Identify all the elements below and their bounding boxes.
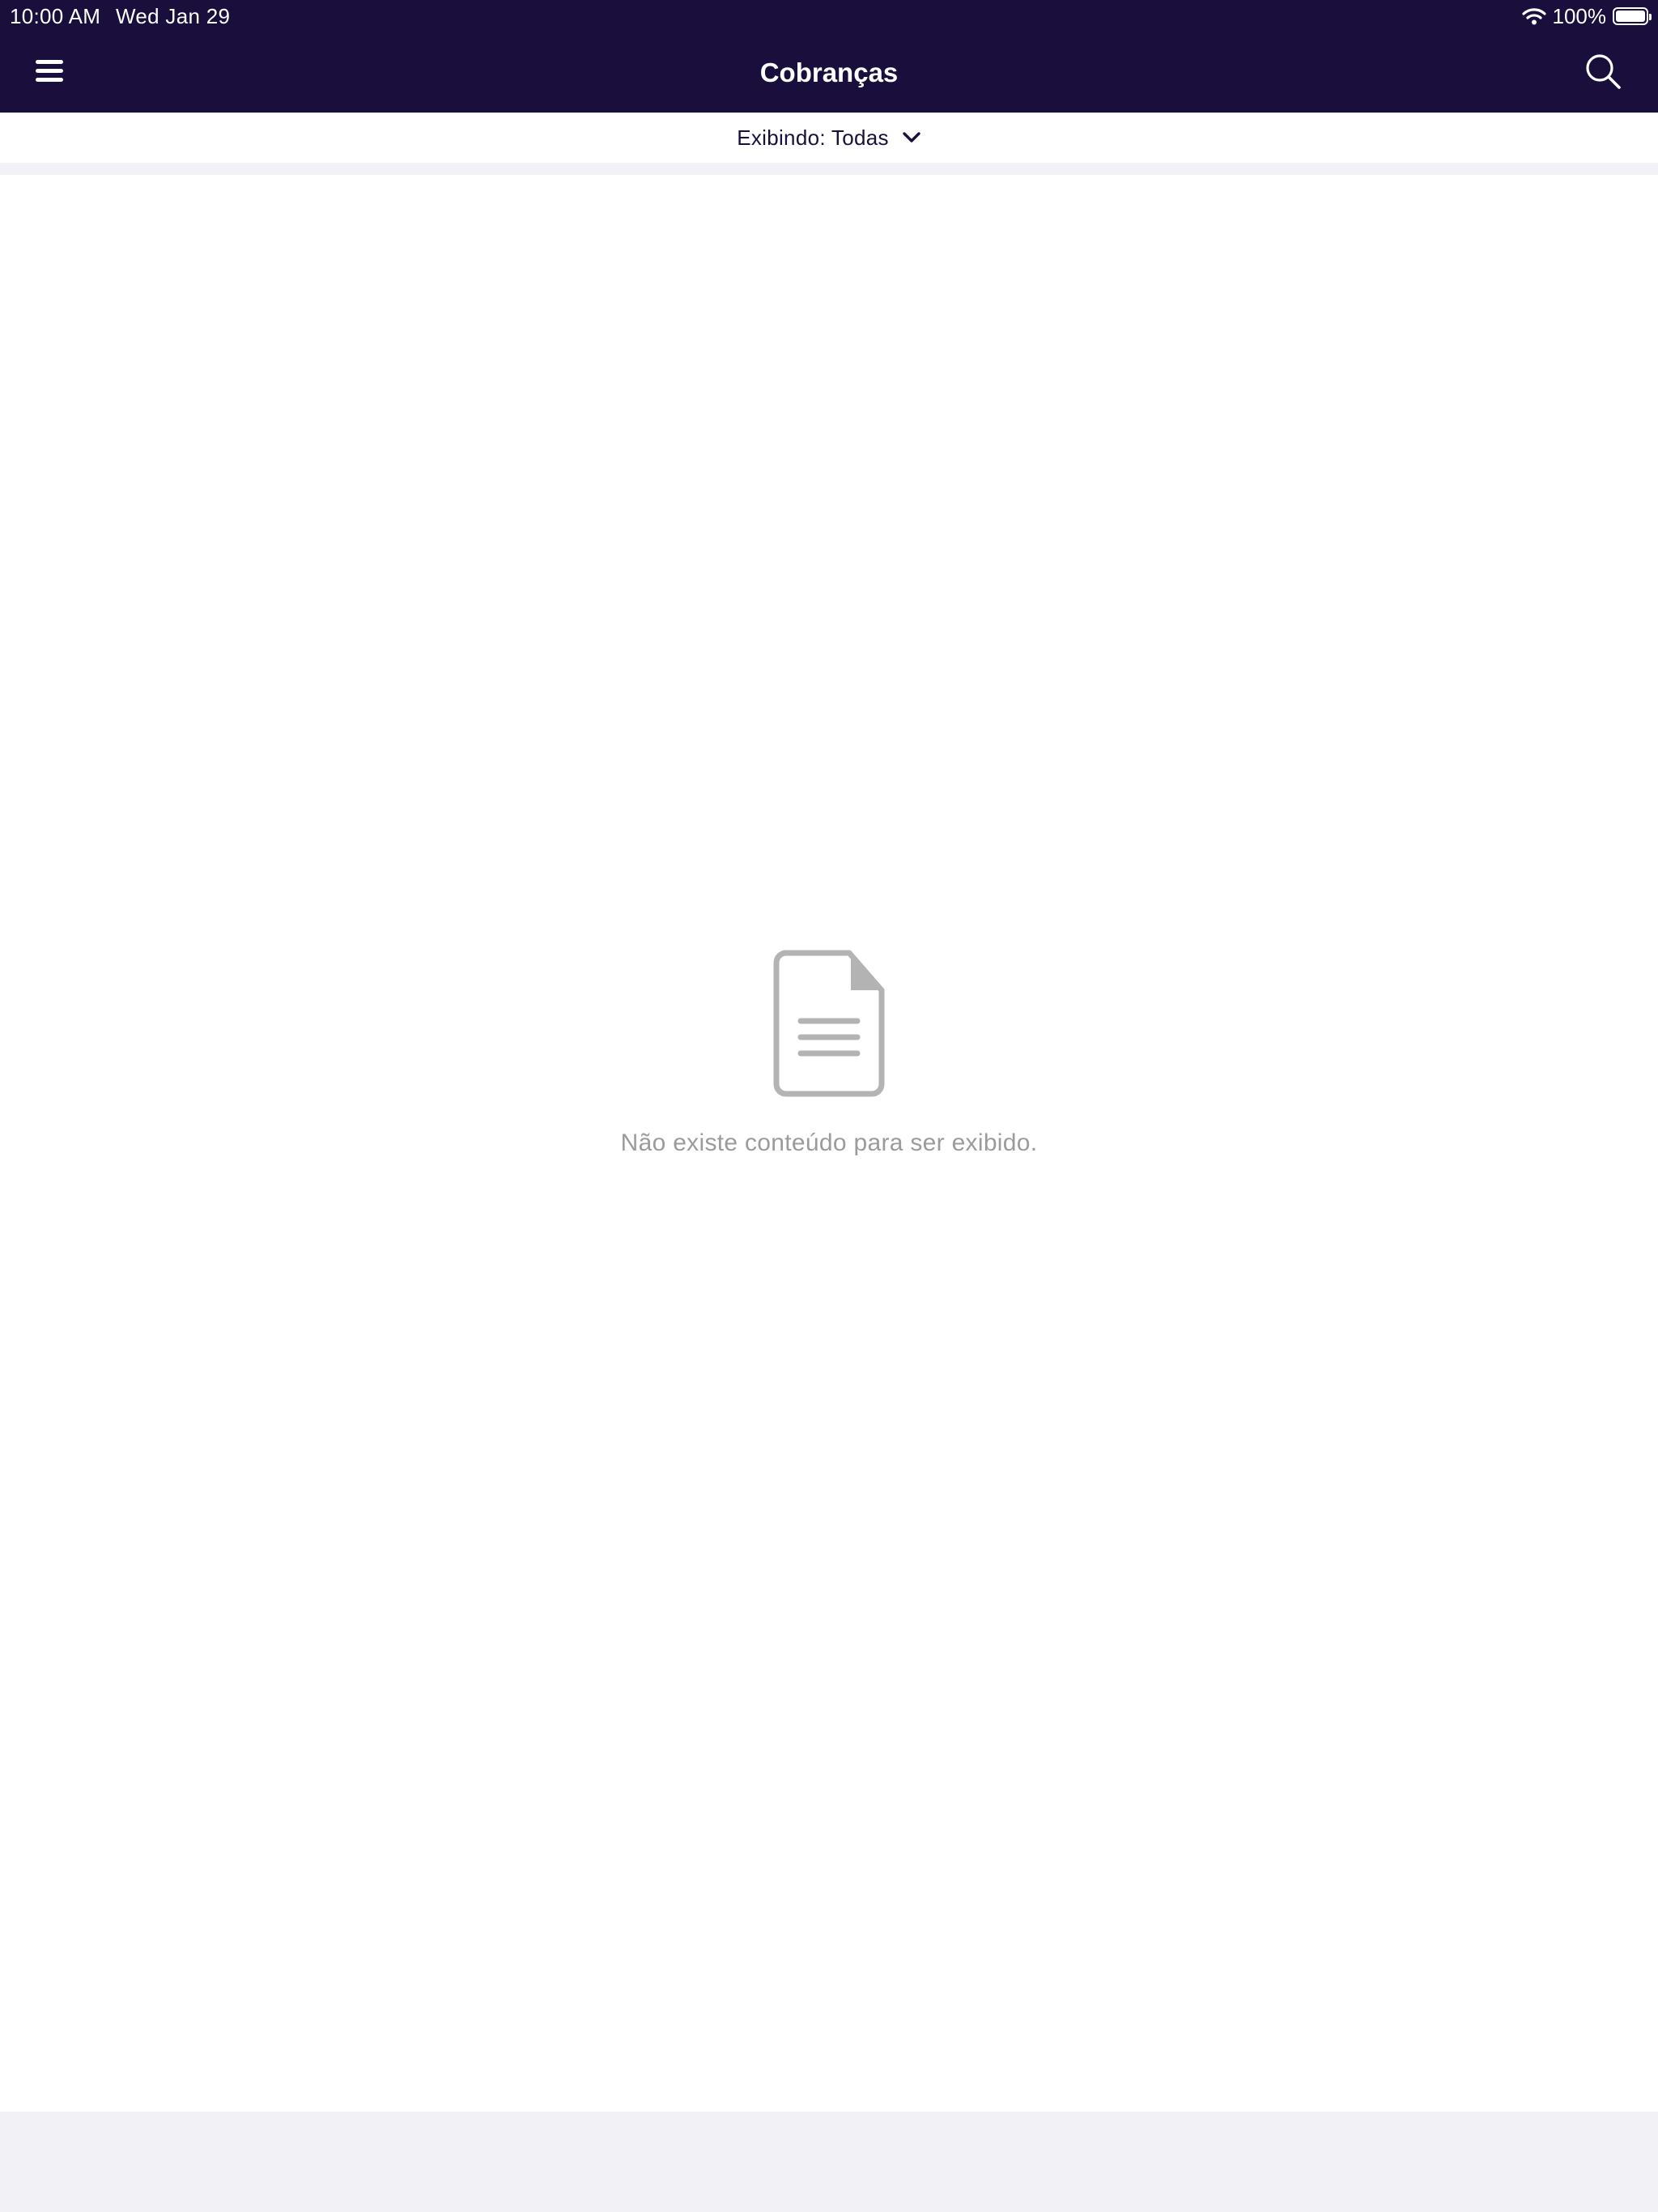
status-time: 10:00 AM: [10, 4, 101, 28]
wifi-icon: [1521, 8, 1546, 25]
document-icon: [773, 950, 885, 1097]
divider: [0, 163, 1658, 175]
filter-label: Exibindo: Todas: [737, 125, 889, 150]
search-icon[interactable]: [1584, 52, 1624, 92]
filter-dropdown[interactable]: Exibindo: Todas: [737, 125, 921, 151]
battery-percentage: 100%: [1552, 4, 1607, 28]
empty-state-message: Não existe conteúdo para ser exibido.: [620, 1129, 1038, 1156]
chevron-down-icon: [903, 132, 920, 143]
status-date: Wed Jan 29: [116, 4, 231, 28]
page-title: Cobranças: [759, 57, 899, 87]
status-indicators: 100%: [1521, 3, 1652, 29]
filter-bar: Exibindo: Todas: [0, 113, 1658, 163]
battery-icon: [1613, 7, 1652, 25]
navigation-bar: 10:00 AM Wed Jan 29 100% Cobranças: [0, 0, 1658, 113]
bottom-area: [0, 2112, 1658, 2212]
